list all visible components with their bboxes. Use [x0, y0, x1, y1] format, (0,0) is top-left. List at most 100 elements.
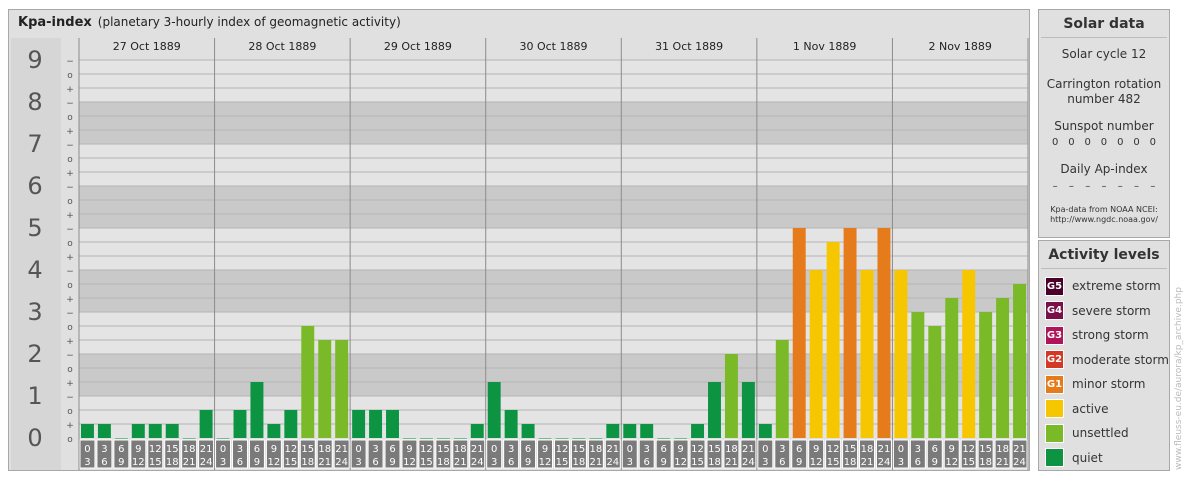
hour-end-label: 18 — [437, 457, 450, 468]
kp-bar — [1013, 283, 1026, 438]
kp-bar — [369, 409, 383, 438]
kp-bar — [758, 424, 772, 438]
y-subtick-label: o — [67, 197, 73, 207]
hour-end-label: 9 — [525, 457, 531, 468]
y-subtick-label: o — [67, 155, 73, 165]
day-label: 1 Nov 1889 — [793, 40, 856, 53]
hour-end-label: 21 — [725, 457, 738, 468]
hour-start-label: 3 — [237, 444, 243, 455]
hour-end-label: 6 — [644, 457, 650, 468]
sunspot-value: 0 — [1084, 137, 1091, 148]
ap-value: – — [1134, 181, 1140, 192]
hour-end-label: 24 — [1013, 457, 1026, 468]
hour-end-label: 9 — [389, 457, 395, 468]
legend-label: active — [1072, 401, 1109, 416]
hour-start-label: 0 — [762, 444, 768, 455]
legend-item-severe-storm: G4 severe storm — [1039, 299, 1169, 324]
kp-bar — [504, 409, 518, 438]
kp-bar — [724, 354, 738, 438]
hour-end-label: 24 — [335, 457, 348, 468]
y-tick-label: 9 — [27, 46, 42, 74]
kp-bar — [487, 382, 501, 438]
hour-start-label: 6 — [118, 444, 124, 455]
kp-bar — [402, 438, 416, 439]
kp-bar — [216, 438, 230, 439]
hour-start-label: 0 — [84, 444, 90, 455]
kp-bar — [301, 325, 315, 438]
legend-swatch: G3 — [1045, 325, 1064, 345]
kp-bar — [555, 438, 569, 439]
y-tick-label: 6 — [27, 172, 42, 200]
y-subtick-label: o — [67, 435, 73, 445]
solar-cycle: Solar cycle 12 — [1061, 47, 1147, 61]
hour-start-label: 15 — [979, 444, 992, 455]
hour-end-label: 3 — [491, 457, 497, 468]
y-tick-label: 2 — [27, 340, 42, 368]
kp-bar — [877, 228, 891, 438]
kp-bar — [148, 424, 162, 438]
legend-item-unsettled: unsettled — [1039, 421, 1169, 446]
hour-end-label: 21 — [183, 457, 196, 468]
kp-bar — [979, 312, 993, 438]
hour-end-label: 15 — [284, 457, 297, 468]
hour-start-label: 12 — [691, 444, 704, 455]
hour-start-label: 18 — [996, 444, 1009, 455]
hour-end-label: 12 — [132, 457, 145, 468]
y-tick-label: 8 — [27, 88, 42, 116]
hour-start-label: 9 — [406, 444, 412, 455]
kp-bar — [250, 382, 264, 438]
hour-start-label: 21 — [1013, 444, 1026, 455]
hour-end-label: 24 — [742, 457, 755, 468]
ap-value: – — [1101, 181, 1107, 192]
ap-value: – — [1117, 181, 1123, 192]
y-tick-label: 4 — [27, 256, 42, 284]
hour-start-label: 15 — [166, 444, 179, 455]
legend-swatch: G5 — [1045, 276, 1064, 296]
hour-end-label: 24 — [200, 457, 213, 468]
hour-start-label: 3 — [508, 444, 514, 455]
kp-bar — [674, 438, 688, 439]
hour-end-label: 6 — [237, 457, 243, 468]
hour-end-label: 15 — [827, 457, 840, 468]
hour-start-label: 12 — [556, 444, 569, 455]
kp-bar — [335, 340, 349, 438]
kp-bar — [657, 438, 671, 439]
kp-bar — [809, 270, 823, 438]
kp-bar — [640, 424, 654, 438]
kp-bar — [741, 382, 755, 438]
hour-start-label: 3 — [644, 444, 650, 455]
hour-start-label: 9 — [949, 444, 955, 455]
sunspot-label: Sunspot number — [1054, 119, 1154, 133]
kp-bar — [284, 409, 298, 438]
kp-bar — [911, 312, 925, 438]
y-subtick-label: o — [67, 365, 73, 375]
kp-bar — [318, 340, 332, 438]
hour-end-label: 21 — [996, 457, 1009, 468]
kp-bar — [945, 298, 959, 438]
kp-bar — [589, 438, 603, 439]
hour-end-label: 15 — [691, 457, 704, 468]
y-subtick-label: + — [66, 127, 74, 137]
y-subtick-label: o — [67, 281, 73, 291]
y-tick-label: 0 — [27, 424, 42, 452]
hour-end-label: 9 — [796, 457, 802, 468]
legend-swatch — [1045, 423, 1064, 443]
ap-values: – – – – – – – — [1039, 181, 1169, 192]
y-subtick-label: − — [66, 225, 74, 235]
hour-end-label: 6 — [101, 457, 107, 468]
legend-item-minor-storm: G1 minor storm — [1039, 372, 1169, 397]
kp-bar — [792, 228, 806, 438]
hour-end-label: 3 — [84, 457, 90, 468]
hour-end-label: 6 — [508, 457, 514, 468]
y-subtick-label: + — [66, 85, 74, 95]
hour-end-label: 12 — [403, 457, 416, 468]
hour-start-label: 0 — [627, 444, 633, 455]
hour-end-label: 15 — [149, 457, 162, 468]
kp-bar — [182, 438, 196, 439]
hour-end-label: 6 — [915, 457, 921, 468]
legend-swatch: G1 — [1045, 374, 1064, 394]
kp-bar — [860, 270, 874, 438]
hour-start-label: 9 — [271, 444, 277, 455]
site-credit: www.fleuss-eu.de/aurora/kp_archive.php — [1174, 287, 1184, 470]
hour-start-label: 12 — [962, 444, 975, 455]
